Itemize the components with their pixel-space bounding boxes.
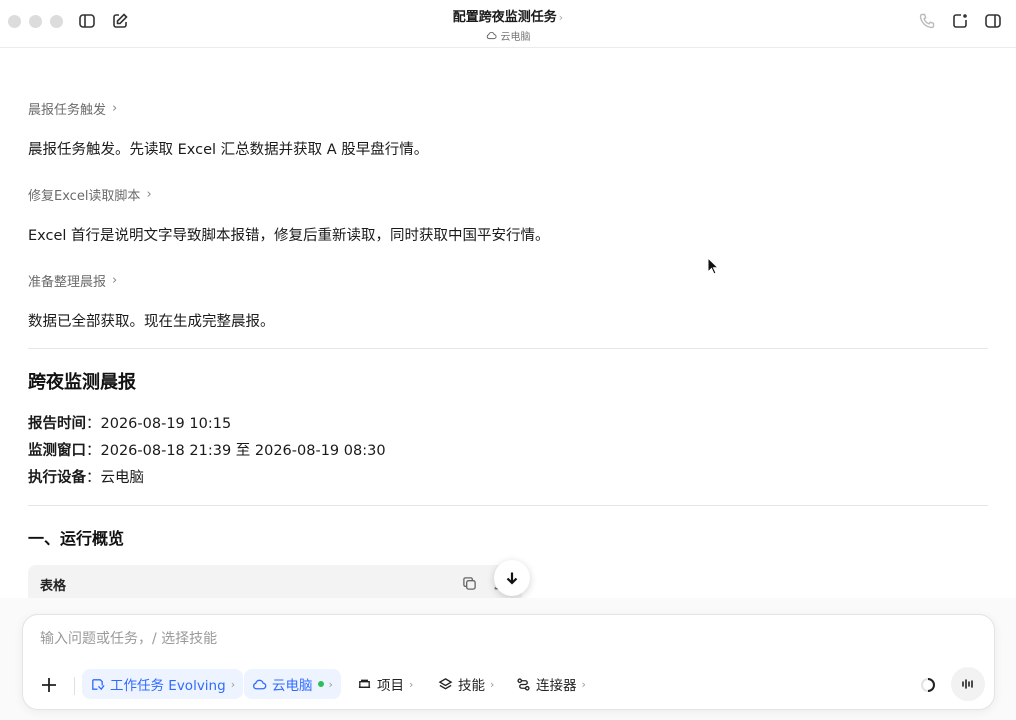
composer: 工作任务 Evolving› 云电脑 › 项目› 技能› 连接器› <box>22 614 995 710</box>
loading-spinner-icon <box>920 677 936 693</box>
step-text: 晨报任务触发。先读取 Excel 汇总数据并获取 A 股早盘行情。 <box>28 142 429 158</box>
arrow-down-icon <box>506 572 518 585</box>
mouse-pointer-icon <box>707 256 720 275</box>
prompt-input[interactable] <box>40 631 940 647</box>
connector-icon <box>517 677 530 691</box>
chevron-right-icon: › <box>230 677 236 691</box>
step-text: 数据已全部获取。现在生成完整晨报。 <box>28 314 275 330</box>
title-chevron-icon: › <box>558 11 564 24</box>
phone-icon[interactable] <box>918 12 936 30</box>
step-link-morning-trigger[interactable]: 晨报任务触发 › <box>28 99 117 118</box>
section-title: 一、运行概览 <box>28 529 125 548</box>
separator <box>74 677 75 695</box>
chevron-right-icon: › <box>146 187 152 202</box>
task-mode-chip[interactable]: 工作任务 Evolving › <box>82 669 244 699</box>
copy-icon[interactable] <box>462 576 477 591</box>
step-link-fix-excel[interactable]: 修复Excel读取脚本 › <box>28 185 152 204</box>
table-label: 表格 <box>40 578 67 594</box>
report-device: 执行设备：云电脑 <box>28 470 144 486</box>
chevron-right-icon: › <box>581 677 586 691</box>
report-title: 跨夜监测晨报 <box>28 372 136 393</box>
add-attachment-button[interactable] <box>39 675 59 695</box>
chevron-right-icon: › <box>328 677 333 691</box>
chevron-right-icon: › <box>112 101 118 116</box>
chevron-right-icon: › <box>112 273 118 288</box>
layers-icon <box>438 677 453 689</box>
title-bar: 配置跨夜监测任务 › 云电脑 <box>0 0 1016 48</box>
scroll-to-bottom-button[interactable] <box>494 560 530 596</box>
skills-chip[interactable]: 技能 › <box>430 669 502 699</box>
cloud-icon <box>253 679 267 689</box>
connectors-chip[interactable]: 连接器 › <box>508 669 594 699</box>
step-link-prepare-report[interactable]: 准备整理晨报 › <box>28 271 117 290</box>
project-chip[interactable]: 项目 › <box>349 669 421 699</box>
project-icon <box>358 679 371 688</box>
divider <box>28 348 988 349</box>
divider <box>28 505 988 506</box>
report-window: 监测窗口：2026-08-18 21:39 至 2026-08-19 08:30 <box>28 443 386 459</box>
plus-icon <box>42 678 56 692</box>
task-icon <box>92 678 105 690</box>
share-icon[interactable] <box>951 12 969 30</box>
chevron-right-icon: › <box>409 677 414 691</box>
page-title[interactable]: 配置跨夜监测任务 › <box>0 6 1016 25</box>
cloud-icon <box>486 31 497 40</box>
report-time: 报告时间：2026-08-19 10:15 <box>28 416 232 432</box>
device-indicator: 云电脑 <box>486 28 531 43</box>
waveform-icon <box>962 679 973 689</box>
title-area: 配置跨夜监测任务 › 云电脑 <box>0 6 1016 45</box>
chevron-right-icon: › <box>490 677 495 691</box>
step-text: Excel 首行是说明文字导致脚本报错，修复后重新读取，同时获取中国平安行情。 <box>28 228 550 244</box>
cloud-device-chip[interactable]: 云电脑 › <box>244 669 341 699</box>
voice-input-button[interactable] <box>951 667 985 701</box>
online-status-dot <box>317 681 324 687</box>
right-panel-toggle-icon[interactable] <box>984 12 1002 30</box>
